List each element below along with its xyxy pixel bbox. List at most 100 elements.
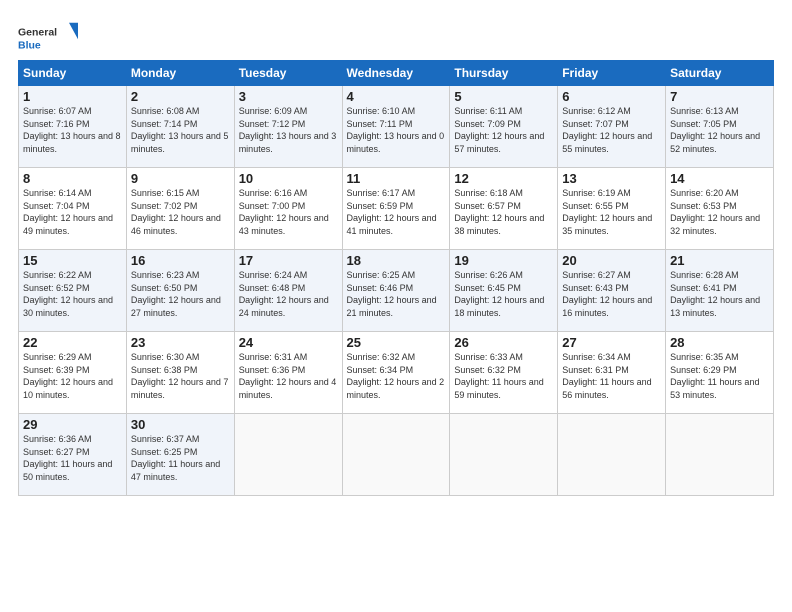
day-number: 11 <box>347 171 446 186</box>
day-number: 13 <box>562 171 661 186</box>
day-cell-12: 12 Sunrise: 6:18 AMSunset: 6:57 PMDaylig… <box>450 168 558 250</box>
day-cell-15: 15 Sunrise: 6:22 AMSunset: 6:52 PMDaylig… <box>19 250 127 332</box>
day-number: 26 <box>454 335 553 350</box>
day-cell-16: 16 Sunrise: 6:23 AMSunset: 6:50 PMDaylig… <box>126 250 234 332</box>
day-info: Sunrise: 6:23 AMSunset: 6:50 PMDaylight:… <box>131 270 221 318</box>
day-cell-29: 29 Sunrise: 6:36 AMSunset: 6:27 PMDaylig… <box>19 414 127 496</box>
day-cell-17: 17 Sunrise: 6:24 AMSunset: 6:48 PMDaylig… <box>234 250 342 332</box>
day-number: 20 <box>562 253 661 268</box>
day-number: 7 <box>670 89 769 104</box>
day-number: 3 <box>239 89 338 104</box>
day-number: 4 <box>347 89 446 104</box>
calendar-header: SundayMondayTuesdayWednesdayThursdayFrid… <box>19 61 774 86</box>
day-number: 24 <box>239 335 338 350</box>
week-row-5: 29 Sunrise: 6:36 AMSunset: 6:27 PMDaylig… <box>19 414 774 496</box>
day-number: 8 <box>23 171 122 186</box>
day-info: Sunrise: 6:24 AMSunset: 6:48 PMDaylight:… <box>239 270 329 318</box>
day-cell-9: 9 Sunrise: 6:15 AMSunset: 7:02 PMDayligh… <box>126 168 234 250</box>
day-number: 5 <box>454 89 553 104</box>
day-number: 19 <box>454 253 553 268</box>
day-cell-8: 8 Sunrise: 6:14 AMSunset: 7:04 PMDayligh… <box>19 168 127 250</box>
day-cell-22: 22 Sunrise: 6:29 AMSunset: 6:39 PMDaylig… <box>19 332 127 414</box>
day-info: Sunrise: 6:16 AMSunset: 7:00 PMDaylight:… <box>239 188 329 236</box>
day-info: Sunrise: 6:22 AMSunset: 6:52 PMDaylight:… <box>23 270 113 318</box>
svg-text:Blue: Blue <box>18 39 41 51</box>
day-info: Sunrise: 6:18 AMSunset: 6:57 PMDaylight:… <box>454 188 544 236</box>
day-info: Sunrise: 6:07 AMSunset: 7:16 PMDaylight:… <box>23 106 121 154</box>
header-monday: Monday <box>126 61 234 86</box>
day-cell-4: 4 Sunrise: 6:10 AMSunset: 7:11 PMDayligh… <box>342 86 450 168</box>
day-cell-30: 30 Sunrise: 6:37 AMSunset: 6:25 PMDaylig… <box>126 414 234 496</box>
empty-cell <box>234 414 342 496</box>
day-cell-26: 26 Sunrise: 6:33 AMSunset: 6:32 PMDaylig… <box>450 332 558 414</box>
header-thursday: Thursday <box>450 61 558 86</box>
day-info: Sunrise: 6:32 AMSunset: 6:34 PMDaylight:… <box>347 352 445 400</box>
svg-text:General: General <box>18 27 57 39</box>
day-info: Sunrise: 6:09 AMSunset: 7:12 PMDaylight:… <box>239 106 337 154</box>
day-number: 28 <box>670 335 769 350</box>
day-info: Sunrise: 6:31 AMSunset: 6:36 PMDaylight:… <box>239 352 337 400</box>
day-cell-21: 21 Sunrise: 6:28 AMSunset: 6:41 PMDaylig… <box>666 250 774 332</box>
day-number: 29 <box>23 417 122 432</box>
day-info: Sunrise: 6:35 AMSunset: 6:29 PMDaylight:… <box>670 352 759 400</box>
day-cell-13: 13 Sunrise: 6:19 AMSunset: 6:55 PMDaylig… <box>558 168 666 250</box>
week-row-3: 15 Sunrise: 6:22 AMSunset: 6:52 PMDaylig… <box>19 250 774 332</box>
day-info: Sunrise: 6:34 AMSunset: 6:31 PMDaylight:… <box>562 352 651 400</box>
day-cell-20: 20 Sunrise: 6:27 AMSunset: 6:43 PMDaylig… <box>558 250 666 332</box>
day-info: Sunrise: 6:27 AMSunset: 6:43 PMDaylight:… <box>562 270 652 318</box>
day-info: Sunrise: 6:11 AMSunset: 7:09 PMDaylight:… <box>454 106 544 154</box>
day-number: 12 <box>454 171 553 186</box>
day-number: 1 <box>23 89 122 104</box>
day-info: Sunrise: 6:10 AMSunset: 7:11 PMDaylight:… <box>347 106 445 154</box>
header-saturday: Saturday <box>666 61 774 86</box>
week-row-1: 1 Sunrise: 6:07 AMSunset: 7:16 PMDayligh… <box>19 86 774 168</box>
day-cell-7: 7 Sunrise: 6:13 AMSunset: 7:05 PMDayligh… <box>666 86 774 168</box>
header-friday: Friday <box>558 61 666 86</box>
day-cell-24: 24 Sunrise: 6:31 AMSunset: 6:36 PMDaylig… <box>234 332 342 414</box>
day-cell-11: 11 Sunrise: 6:17 AMSunset: 6:59 PMDaylig… <box>342 168 450 250</box>
logo: General Blue <box>18 18 78 56</box>
day-info: Sunrise: 6:37 AMSunset: 6:25 PMDaylight:… <box>131 434 220 482</box>
day-info: Sunrise: 6:25 AMSunset: 6:46 PMDaylight:… <box>347 270 437 318</box>
day-number: 22 <box>23 335 122 350</box>
calendar-table: SundayMondayTuesdayWednesdayThursdayFrid… <box>18 60 774 496</box>
day-info: Sunrise: 6:29 AMSunset: 6:39 PMDaylight:… <box>23 352 113 400</box>
day-info: Sunrise: 6:33 AMSunset: 6:32 PMDaylight:… <box>454 352 543 400</box>
day-cell-10: 10 Sunrise: 6:16 AMSunset: 7:00 PMDaylig… <box>234 168 342 250</box>
day-cell-14: 14 Sunrise: 6:20 AMSunset: 6:53 PMDaylig… <box>666 168 774 250</box>
day-number: 17 <box>239 253 338 268</box>
day-number: 18 <box>347 253 446 268</box>
day-cell-2: 2 Sunrise: 6:08 AMSunset: 7:14 PMDayligh… <box>126 86 234 168</box>
day-info: Sunrise: 6:13 AMSunset: 7:05 PMDaylight:… <box>670 106 760 154</box>
day-cell-18: 18 Sunrise: 6:25 AMSunset: 6:46 PMDaylig… <box>342 250 450 332</box>
header-tuesday: Tuesday <box>234 61 342 86</box>
day-cell-25: 25 Sunrise: 6:32 AMSunset: 6:34 PMDaylig… <box>342 332 450 414</box>
day-cell-6: 6 Sunrise: 6:12 AMSunset: 7:07 PMDayligh… <box>558 86 666 168</box>
day-cell-5: 5 Sunrise: 6:11 AMSunset: 7:09 PMDayligh… <box>450 86 558 168</box>
day-info: Sunrise: 6:15 AMSunset: 7:02 PMDaylight:… <box>131 188 221 236</box>
day-number: 10 <box>239 171 338 186</box>
day-number: 14 <box>670 171 769 186</box>
day-info: Sunrise: 6:26 AMSunset: 6:45 PMDaylight:… <box>454 270 544 318</box>
day-number: 9 <box>131 171 230 186</box>
day-cell-28: 28 Sunrise: 6:35 AMSunset: 6:29 PMDaylig… <box>666 332 774 414</box>
header-wednesday: Wednesday <box>342 61 450 86</box>
day-cell-3: 3 Sunrise: 6:09 AMSunset: 7:12 PMDayligh… <box>234 86 342 168</box>
day-cell-23: 23 Sunrise: 6:30 AMSunset: 6:38 PMDaylig… <box>126 332 234 414</box>
day-number: 23 <box>131 335 230 350</box>
day-info: Sunrise: 6:12 AMSunset: 7:07 PMDaylight:… <box>562 106 652 154</box>
day-info: Sunrise: 6:28 AMSunset: 6:41 PMDaylight:… <box>670 270 760 318</box>
day-cell-1: 1 Sunrise: 6:07 AMSunset: 7:16 PMDayligh… <box>19 86 127 168</box>
day-info: Sunrise: 6:08 AMSunset: 7:14 PMDaylight:… <box>131 106 229 154</box>
week-row-2: 8 Sunrise: 6:14 AMSunset: 7:04 PMDayligh… <box>19 168 774 250</box>
empty-cell <box>558 414 666 496</box>
day-info: Sunrise: 6:36 AMSunset: 6:27 PMDaylight:… <box>23 434 112 482</box>
week-row-4: 22 Sunrise: 6:29 AMSunset: 6:39 PMDaylig… <box>19 332 774 414</box>
day-cell-19: 19 Sunrise: 6:26 AMSunset: 6:45 PMDaylig… <box>450 250 558 332</box>
day-number: 21 <box>670 253 769 268</box>
day-number: 25 <box>347 335 446 350</box>
empty-cell <box>666 414 774 496</box>
day-cell-27: 27 Sunrise: 6:34 AMSunset: 6:31 PMDaylig… <box>558 332 666 414</box>
day-number: 6 <box>562 89 661 104</box>
day-number: 30 <box>131 417 230 432</box>
